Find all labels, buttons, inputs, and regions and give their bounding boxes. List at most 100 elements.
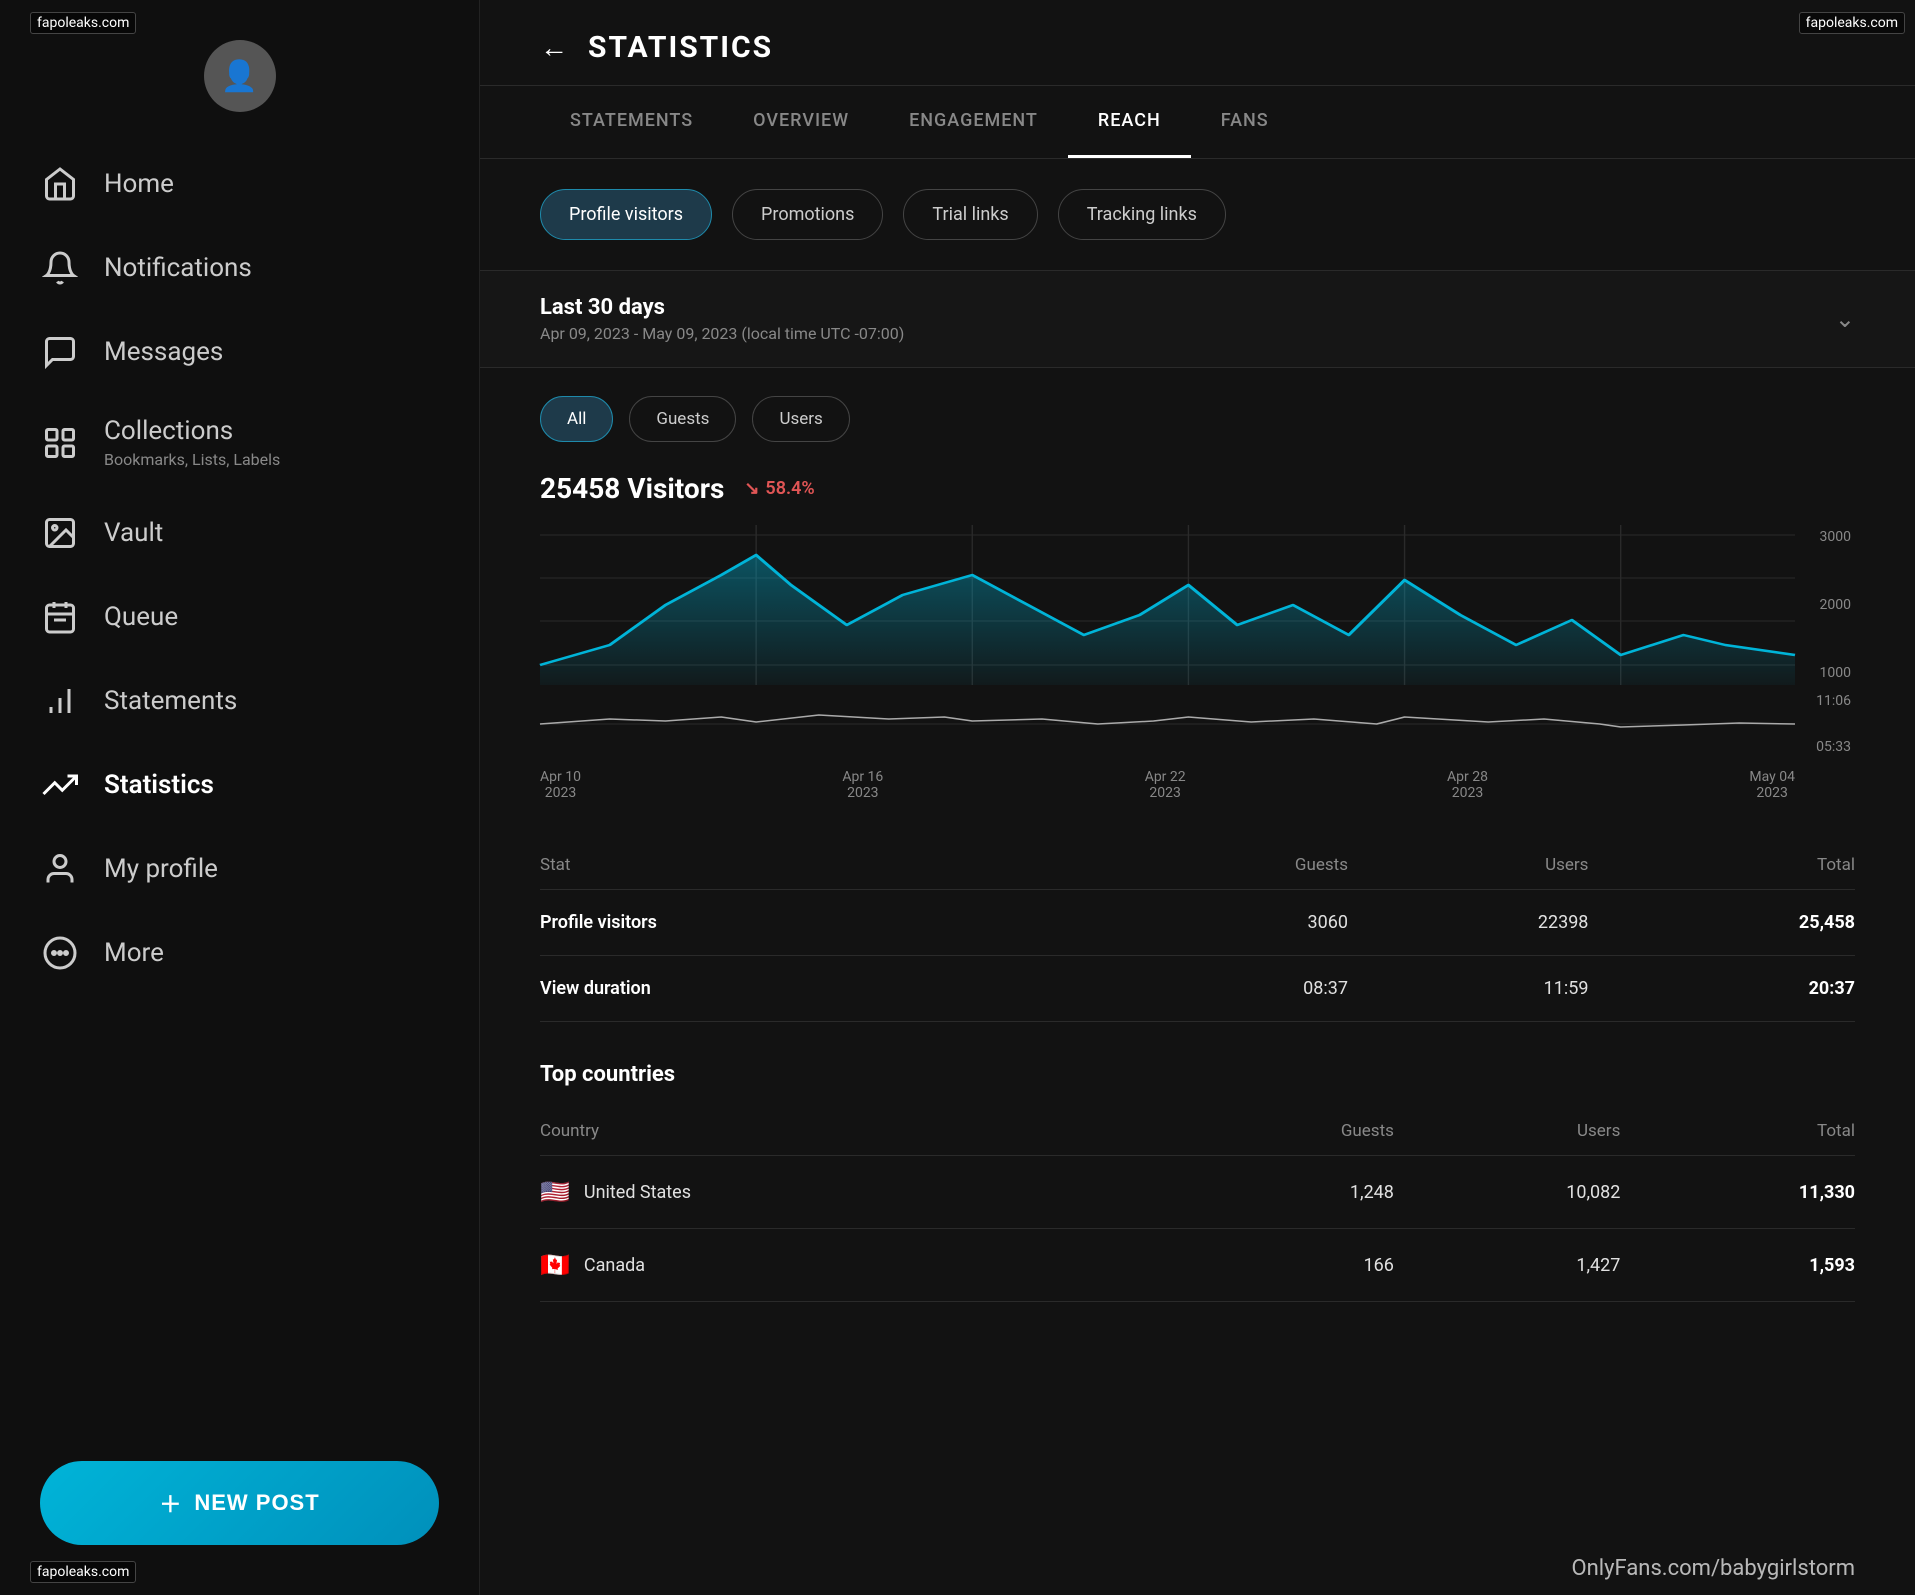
time-label-top: 11:06 (1795, 693, 1855, 709)
col-stat: Stat (540, 841, 1096, 890)
sidebar-item-queue[interactable]: Queue (0, 575, 479, 659)
col-total: Total (1588, 841, 1855, 890)
mini-chart-svg (540, 689, 1795, 759)
sidebar-item-statements[interactable]: Statements (0, 659, 479, 743)
sidebar-nav: Home Notifications Messages CollectionsBook… (0, 142, 479, 1431)
change-arrow-icon: ↘ (744, 478, 759, 499)
sidebar-item-label-collections: CollectionsBookmarks, Lists, Labels (104, 416, 280, 469)
date-range-section: Last 30 days Apr 09, 2023 - May 09, 2023… (480, 270, 1915, 368)
time-label-bottom: 05:33 (1795, 739, 1855, 755)
tab-overview[interactable]: OVERVIEW (723, 86, 879, 158)
visitors-count-row: 25458 Visitors ↘ 58.4% (480, 452, 1915, 515)
country-col-country: Country (540, 1107, 1172, 1156)
avatar[interactable]: 👤 (204, 40, 276, 112)
country-name: United States (584, 1182, 691, 1203)
filter-pill-tracking-links[interactable]: Tracking links (1058, 189, 1226, 240)
y-label-3000: 3000 (1795, 529, 1855, 545)
sidebar-item-vault[interactable]: Vault (0, 491, 479, 575)
watermark-top-left: fapoleaks.com (30, 12, 136, 34)
sidebar-item-label-notifications: Notifications (104, 253, 252, 283)
visitors-change: ↘ 58.4% (744, 478, 814, 499)
flag-icon: 🇺🇸 (540, 1178, 570, 1206)
countries-section: Top countries Country Guests Users Total… (480, 1052, 1915, 1332)
table-row: Profile visitors30602239825,458 (540, 890, 1855, 956)
new-post-button[interactable]: ＋ NEW POST (40, 1461, 439, 1545)
visitor-pill-users[interactable]: Users (752, 396, 849, 442)
country-cell-users: 10,082 (1394, 1156, 1620, 1229)
y-label-2000: 2000 (1795, 597, 1855, 613)
col-guests: Guests (1096, 841, 1348, 890)
stats-cell-users: 22398 (1348, 890, 1588, 956)
stats-cell-guests: 3060 (1096, 890, 1348, 956)
chart-container: 3000 2000 1000 11:06 05:33 Apr 102023 Ap… (480, 515, 1915, 811)
main-chart-svg (540, 525, 1795, 685)
table-row: 🇨🇦Canada1661,4271,593 (540, 1229, 1855, 1302)
date-range-sub: Apr 09, 2023 - May 09, 2023 (local time … (540, 324, 904, 343)
country-col-guests: Guests (1172, 1107, 1394, 1156)
table-row: 🇺🇸United States1,24810,08211,330 (540, 1156, 1855, 1229)
image-icon (40, 513, 80, 553)
tab-fans[interactable]: FANS (1191, 86, 1299, 158)
stats-cell-stat: View duration (540, 956, 1096, 1022)
sidebar-item-more[interactable]: More (0, 911, 479, 995)
back-button[interactable]: ← (540, 31, 568, 64)
filter-pill-promotions[interactable]: Promotions (732, 189, 883, 240)
visitor-pill-guests[interactable]: Guests (629, 396, 736, 442)
country-name: Canada (584, 1255, 645, 1276)
tab-engagement[interactable]: ENGAGEMENT (879, 86, 1068, 158)
page-title: STATISTICS (588, 30, 773, 65)
visitor-pill-all[interactable]: All (540, 396, 613, 442)
country-cell-total: 1,593 (1620, 1229, 1855, 1302)
new-post-label: NEW POST (194, 1490, 319, 1516)
date-range-label: Last 30 days (540, 295, 904, 320)
x-date-apr10: Apr 102023 (540, 769, 581, 801)
country-cell-guests: 166 (1172, 1229, 1394, 1302)
sidebar: 👤 Home Notifications Messages CollectionsBo… (0, 0, 480, 1595)
sidebar-item-my-profile[interactable]: My profile (0, 827, 479, 911)
chart-x-dates: Apr 102023 Apr 162023 Apr 222023 Apr 282… (540, 759, 1795, 811)
sidebar-item-label-statistics: Statistics (104, 770, 214, 800)
flag-icon: 🇨🇦 (540, 1251, 570, 1279)
home-icon (40, 164, 80, 204)
message-icon (40, 332, 80, 372)
visitors-count: 25458 Visitors (540, 472, 724, 505)
sidebar-item-label-statements: Statements (104, 686, 237, 716)
filter-pills-row: Profile visitors Promotions Trial links Tra… (480, 159, 1915, 270)
sidebar-item-collections[interactable]: CollectionsBookmarks, Lists, Labels (0, 394, 479, 491)
tab-statements[interactable]: STATEMENTS (540, 86, 723, 158)
tabs-row: STATEMENTSOVERVIEWENGAGEMENTREACHFANS (480, 86, 1915, 159)
sidebar-item-label-messages: Messages (104, 337, 223, 367)
sidebar-item-home[interactable]: Home (0, 142, 479, 226)
country-cell: 🇺🇸 United States (540, 1156, 1172, 1229)
table-row: View duration08:3711:5920:37 (540, 956, 1855, 1022)
stats-cell-total: 20:37 (1588, 956, 1855, 1022)
country-cell: 🇨🇦 Canada (540, 1229, 1172, 1302)
country-cell-guests: 1,248 (1172, 1156, 1394, 1229)
bottom-watermark: OnlyFans.com/babygirlstorm (1571, 1556, 1855, 1581)
countries-table: Country Guests Users Total 🇺🇸United Stat… (540, 1107, 1855, 1302)
sidebar-item-label-queue: Queue (104, 602, 178, 632)
main-content: ← STATISTICS STATEMENTSOVERVIEWENGAGEMEN… (480, 0, 1915, 1595)
bell-icon (40, 248, 80, 288)
filter-pill-profile-visitors[interactable]: Profile visitors (540, 189, 712, 240)
more-circle-icon (40, 933, 80, 973)
sidebar-item-notifications[interactable]: Notifications (0, 226, 479, 310)
x-date-apr22: Apr 222023 (1145, 769, 1186, 801)
watermark-top-right: fapoleaks.com (1799, 12, 1905, 34)
filter-pill-trial-links[interactable]: Trial links (903, 189, 1037, 240)
stats-table: Stat Guests Users Total Profile visitors… (540, 841, 1855, 1022)
countries-title: Top countries (540, 1062, 1855, 1087)
sidebar-item-label-my-profile: My profile (104, 854, 218, 884)
col-users: Users (1348, 841, 1588, 890)
tab-reach[interactable]: REACH (1068, 86, 1191, 158)
sidebar-item-statistics[interactable]: Statistics (0, 743, 479, 827)
stats-cell-users: 11:59 (1348, 956, 1588, 1022)
date-range-toggle[interactable]: ⌄ (1835, 305, 1855, 333)
change-value: 58.4% (765, 478, 814, 499)
watermark-bottom-left: fapoleaks.com (30, 1561, 136, 1583)
sidebar-item-messages[interactable]: Messages (0, 310, 479, 394)
sidebar-item-label-home: Home (104, 169, 174, 199)
x-date-apr28: Apr 282023 (1447, 769, 1488, 801)
x-date-apr16: Apr 162023 (842, 769, 883, 801)
stats-cell-stat: Profile visitors (540, 890, 1096, 956)
